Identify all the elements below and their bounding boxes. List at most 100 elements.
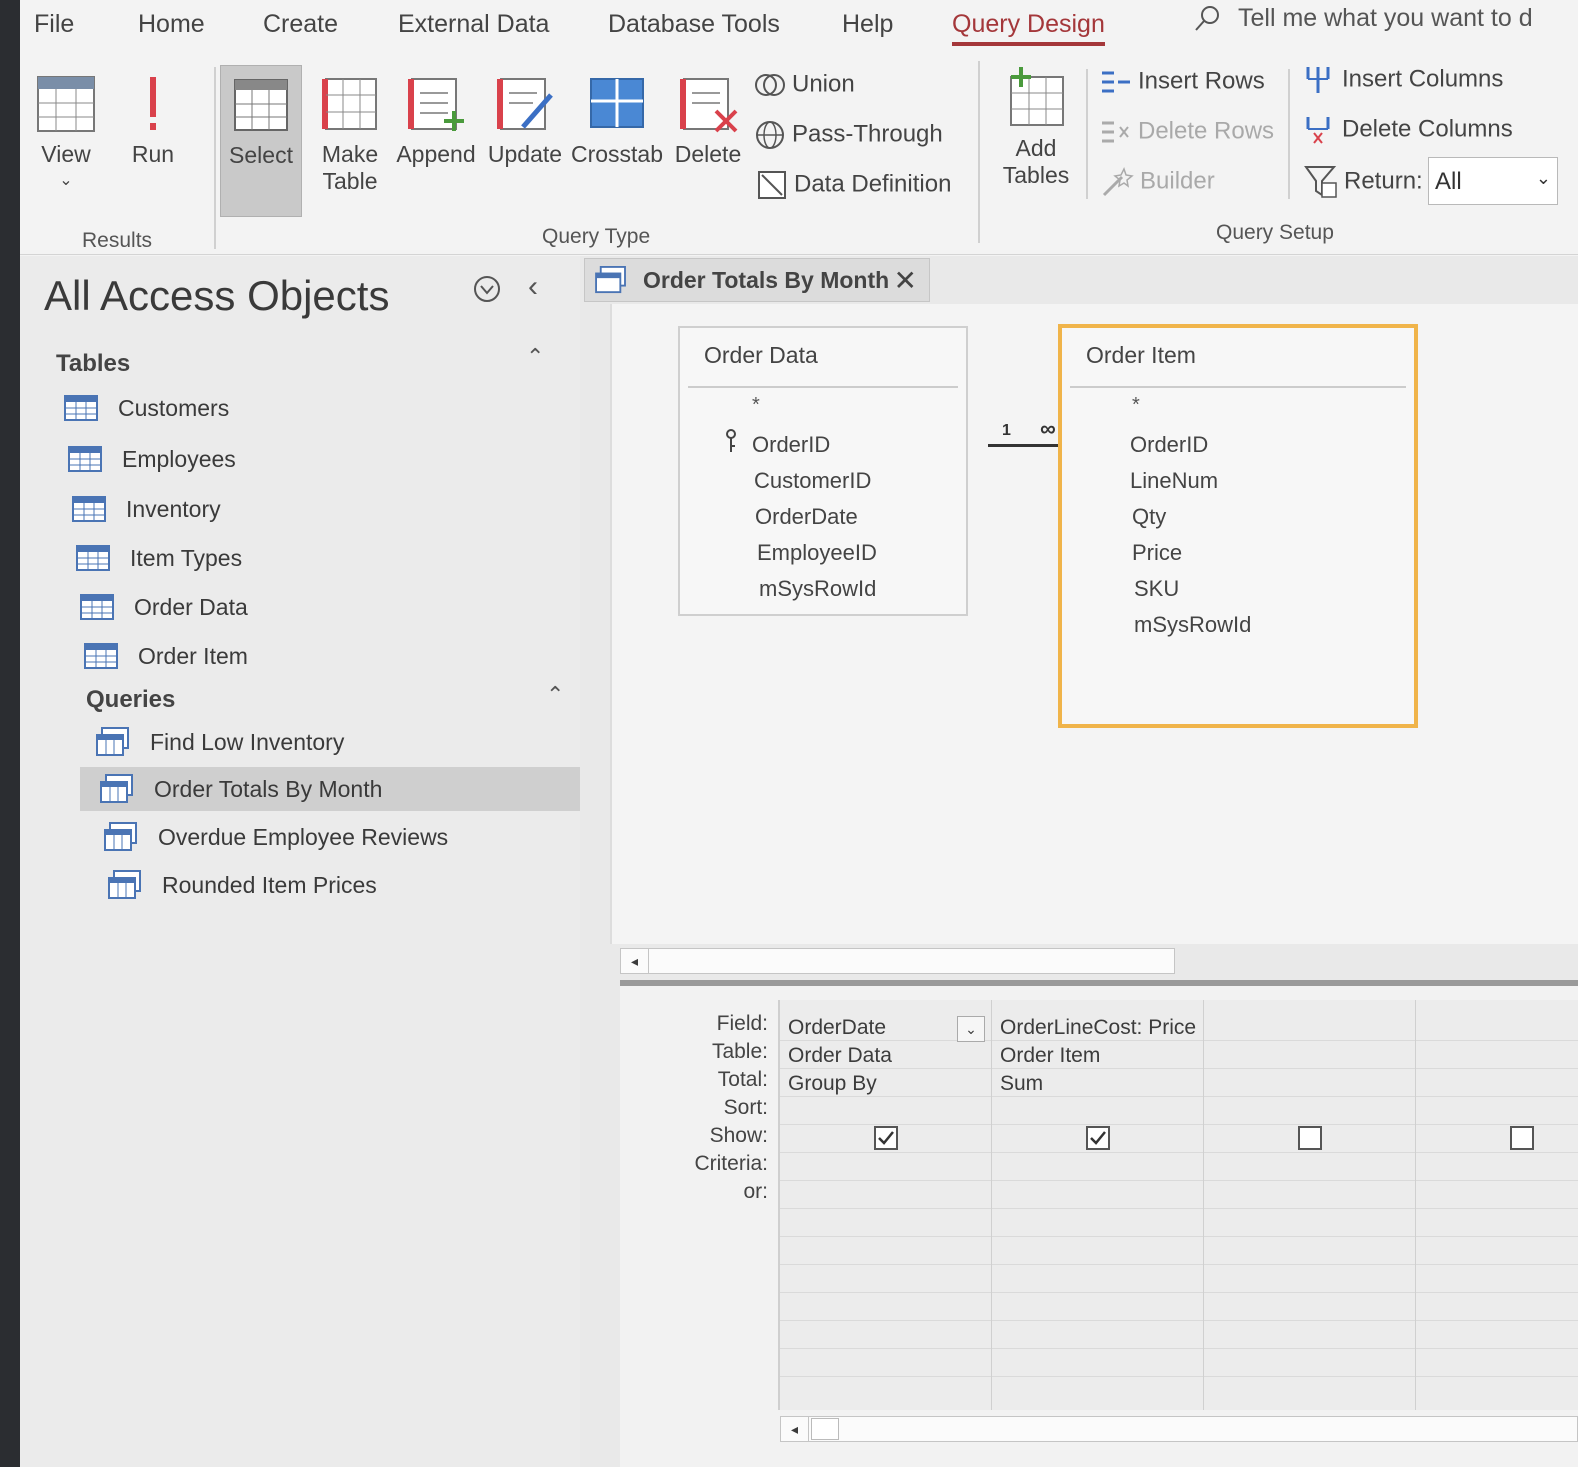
globe-icon <box>756 121 784 149</box>
add-tables-button[interactable]: Add Tables <box>1000 65 1072 189</box>
delete-rows-icon <box>1102 121 1129 143</box>
union-button[interactable]: Union <box>754 69 855 101</box>
nav-section-tables[interactable]: Tables <box>56 350 130 378</box>
grid-scrollbar[interactable]: ◂ <box>780 1416 1578 1442</box>
nav-section-queries[interactable]: Queries <box>86 686 175 714</box>
add-label: Add <box>1015 135 1057 161</box>
field-orderdate[interactable]: OrderDate <box>755 504 858 530</box>
grid-field-cell[interactable]: OrderLineCost: Price <box>1000 1016 1196 1040</box>
crosstab-query-button[interactable]: Crosstab <box>570 73 664 168</box>
grid-column-3[interactable] <box>1204 1000 1416 1410</box>
field-employeeid[interactable]: EmployeeID <box>757 540 877 566</box>
insert-columns-button[interactable]: Insert Columns <box>1302 65 1503 95</box>
show-checkbox[interactable] <box>1086 1126 1110 1150</box>
show-checkbox[interactable] <box>1510 1126 1534 1150</box>
tab-create[interactable]: Create <box>263 10 338 39</box>
chevron-down-icon[interactable]: ⌄ <box>32 170 100 190</box>
scroll-thumb[interactable] <box>811 1418 839 1440</box>
grid-total-cell[interactable]: Group By <box>788 1072 877 1096</box>
grid-column-2[interactable]: OrderLineCost: Price Order Item Sum <box>992 1000 1204 1410</box>
view-icon <box>37 76 95 132</box>
tab-query-design[interactable]: Query Design <box>952 10 1105 46</box>
field-orderid[interactable]: OrderID <box>1130 432 1208 458</box>
order-item-table-box[interactable]: Order Item * OrderID LineNum Qty Price S… <box>1058 324 1418 728</box>
order-data-table-box[interactable]: Order Data * OrderID CustomerID OrderDat… <box>678 326 968 616</box>
nav-item-label: Order Item <box>138 642 248 669</box>
nav-table-item-types[interactable]: Item Types <box>76 536 576 580</box>
nav-table-inventory[interactable]: Inventory <box>72 487 572 531</box>
run-button[interactable]: Run <box>128 73 178 168</box>
grid-table-cell[interactable]: Order Item <box>1000 1044 1100 1068</box>
nav-menu-icon[interactable] <box>472 274 502 312</box>
delete-query-button[interactable]: Delete <box>672 73 744 168</box>
nav-item-label: Order Totals By Month <box>154 775 383 802</box>
field-msysrowid[interactable]: mSysRowId <box>1134 612 1251 638</box>
show-checkbox[interactable] <box>1298 1126 1322 1150</box>
ribbon-tab-strip: File Home Create External Data Database … <box>20 0 1578 55</box>
select-query-button[interactable]: Select <box>220 65 302 217</box>
delete-columns-button[interactable]: Delete Columns <box>1302 115 1513 145</box>
table-pane-scrollbar[interactable]: ◂ <box>620 948 1175 974</box>
nav-table-employees[interactable]: Employees <box>68 437 568 481</box>
collapse-pane-icon[interactable]: ‹ <box>528 270 538 304</box>
field-orderid[interactable]: OrderID <box>752 432 830 458</box>
show-checkbox[interactable] <box>874 1126 898 1150</box>
field-linenum[interactable]: LineNum <box>1130 468 1218 494</box>
tab-external-data[interactable]: External Data <box>398 10 549 39</box>
field-customerid[interactable]: CustomerID <box>754 468 871 494</box>
append-query-button[interactable]: Append <box>394 73 478 168</box>
delete-rows-button[interactable]: Delete Rows <box>1098 117 1274 147</box>
table-icon <box>84 643 118 669</box>
scroll-left-icon[interactable]: ◂ <box>621 949 649 973</box>
nav-query-order-totals-by-month[interactable]: Order Totals By Month <box>80 767 590 811</box>
tab-home[interactable]: Home <box>138 10 205 39</box>
tab-database-tools[interactable]: Database Tools <box>608 10 780 39</box>
nav-table-order-data[interactable]: Order Data <box>80 585 580 629</box>
delete-icon <box>680 78 738 133</box>
tell-me-search[interactable]: Tell me what you want to d <box>1192 4 1533 34</box>
grid-table-cell[interactable]: Order Data <box>788 1044 892 1068</box>
order-item-table-title[interactable]: Order Item <box>1086 342 1196 369</box>
pass-through-button[interactable]: Pass-Through <box>754 119 943 151</box>
nav-query-find-low-inventory[interactable]: Find Low Inventory <box>94 720 594 764</box>
builder-button[interactable]: Builder <box>1100 167 1215 197</box>
field-qty[interactable]: Qty <box>1132 504 1166 530</box>
field-price[interactable]: Price <box>1132 540 1182 566</box>
table-icon <box>76 545 110 571</box>
nav-table-customers[interactable]: Customers <box>64 386 564 430</box>
all-fields-item[interactable]: * <box>752 394 760 417</box>
row-label-show: Show: <box>709 1124 768 1147</box>
grid-column-4[interactable] <box>1416 1000 1578 1410</box>
nav-item-label: Rounded Item Prices <box>162 871 377 898</box>
nav-query-overdue-employee-reviews[interactable]: Overdue Employee Reviews <box>104 815 574 859</box>
grid-column-1[interactable]: OrderDate ⌄ Order Data Group By <box>780 1000 992 1410</box>
field-msysrowid[interactable]: mSysRowId <box>759 576 876 602</box>
tab-help[interactable]: Help <box>842 10 893 39</box>
order-data-table-title[interactable]: Order Data <box>704 342 818 369</box>
view-button[interactable]: View ⌄ <box>32 73 100 190</box>
nav-table-order-item[interactable]: Order Item <box>84 634 584 678</box>
update-icon <box>497 78 553 130</box>
insert-rows-button[interactable]: Insert Rows <box>1098 67 1265 97</box>
scroll-left-icon[interactable]: ◂ <box>781 1417 809 1441</box>
grid-field-cell[interactable]: OrderDate <box>788 1016 886 1040</box>
all-fields-item[interactable]: * <box>1132 394 1140 417</box>
chevron-up-icon[interactable]: ⌃ <box>526 344 544 370</box>
return-select[interactable]: All ⌄ <box>1428 157 1558 205</box>
table-pane: Order Data * OrderID CustomerID OrderDat… <box>610 304 1578 944</box>
close-icon[interactable]: ✕ <box>894 264 917 297</box>
tab-file[interactable]: File <box>34 10 74 39</box>
data-definition-button[interactable]: Data Definition <box>756 169 951 201</box>
nav-query-rounded-item-prices[interactable]: Rounded Item Prices <box>108 863 578 907</box>
row-label-sort: Sort: <box>723 1096 768 1119</box>
chevron-up-icon[interactable]: ⌃ <box>546 682 564 708</box>
grid-total-cell[interactable]: Sum <box>1000 1072 1043 1096</box>
access-window: File Home Create External Data Database … <box>20 0 1578 1467</box>
make-table-button[interactable]: Make Table <box>314 73 386 195</box>
document-tab[interactable]: Order Totals By Month ✕ <box>584 258 930 302</box>
chevron-down-icon[interactable]: ⌄ <box>957 1016 985 1042</box>
update-query-button[interactable]: Update <box>486 73 564 168</box>
query-type-group-label: Query Type <box>542 225 651 248</box>
row-label-or: or: <box>743 1180 768 1203</box>
field-sku[interactable]: SKU <box>1134 576 1179 602</box>
